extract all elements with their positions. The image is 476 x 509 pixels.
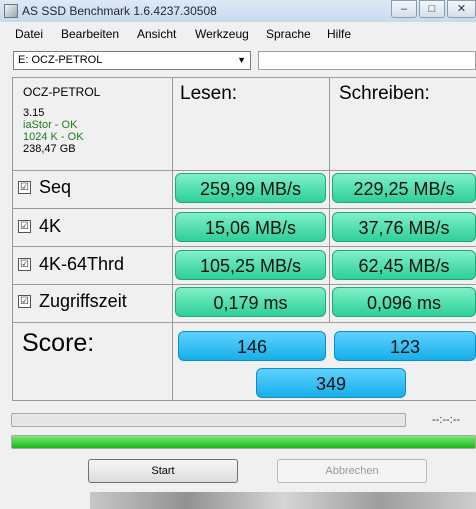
test-seq-label[interactable]: ☑ Seq	[18, 177, 71, 198]
elapsed-time: --:--:--	[432, 414, 461, 426]
drive-name: OCZ-PETROL	[23, 85, 101, 99]
menu-bearbeiten[interactable]: Bearbeiten	[61, 27, 119, 41]
window-title: AS SSD Benchmark 1.6.4237.30508	[22, 4, 217, 18]
drive-select-value: E: OCZ-PETROL	[18, 54, 103, 66]
drive-driver-status: iaStor - OK	[23, 119, 78, 131]
grid-col2	[329, 77, 330, 322]
cancel-button[interactable]: Abbrechen	[277, 459, 427, 483]
drive-info: OCZ-PETROL 3.15 iaStor - OK 1024 K - OK …	[23, 86, 100, 155]
write-column-header: Schreiben:	[339, 83, 430, 104]
checkbox-checked-icon[interactable]: ☑	[18, 220, 31, 233]
test-access-time-name: Zugriffszeit	[39, 291, 127, 311]
grid-row2	[12, 208, 476, 209]
app-icon	[4, 4, 18, 18]
title-bar: AS SSD Benchmark 1.6.4237.30508 – □ ✕	[0, 0, 476, 23]
menu-sprache[interactable]: Sprache	[266, 27, 311, 41]
4k-read-result: 15,06 MB/s	[175, 212, 326, 242]
drive-alignment-status: 1024 K - OK	[23, 131, 84, 143]
start-button[interactable]: Start	[88, 459, 238, 483]
grid-col1	[172, 77, 173, 400]
checkbox-checked-icon[interactable]: ☑	[18, 258, 31, 271]
close-button[interactable]: ✕	[447, 0, 476, 18]
4k64-read-result: 105,25 MB/s	[175, 250, 326, 280]
menu-werkzeug[interactable]: Werkzeug	[195, 27, 249, 41]
4k-write-result: 37,76 MB/s	[332, 212, 476, 242]
test-4k-label[interactable]: ☑ 4K	[18, 216, 61, 237]
test-4k-name: 4K	[39, 216, 62, 236]
score-read: 146	[178, 331, 326, 361]
test-access-time-label[interactable]: ☑ Zugriffszeit	[18, 291, 127, 312]
progress-bar-current	[11, 413, 406, 427]
menu-datei[interactable]: Datei	[15, 27, 43, 41]
grid-top	[12, 77, 476, 78]
test-4k64-name: 4K-64Thrd	[39, 254, 125, 274]
grid-bottom	[12, 400, 476, 401]
menu-bar: Datei Bearbeiten Ansicht Werkzeug Sprach…	[0, 22, 476, 44]
score-write: 123	[334, 331, 476, 361]
drive-firmware: 3.15	[23, 107, 45, 119]
access-time-read-result: 0,179 ms	[175, 287, 326, 317]
checkbox-checked-icon[interactable]: ☑	[18, 181, 31, 194]
drive-size: 238,47 GB	[23, 143, 76, 155]
read-column-header: Lesen:	[180, 83, 238, 104]
grid-left	[12, 77, 13, 400]
score-total: 349	[256, 368, 406, 398]
drive-select[interactable]: E: OCZ-PETROL ▼	[13, 51, 251, 70]
seq-write-result: 229,25 MB/s	[332, 173, 476, 203]
grid-row5	[12, 322, 476, 323]
progress-bar-total	[11, 435, 476, 449]
test-4k64-label[interactable]: ☑ 4K-64Thrd	[18, 254, 124, 275]
progress-bar-total-fill	[12, 436, 475, 448]
4k64-write-result: 62,45 MB/s	[332, 250, 476, 280]
drive-extra-field	[258, 51, 476, 70]
checkbox-checked-icon[interactable]: ☑	[18, 295, 31, 308]
grid-row4	[12, 284, 476, 285]
test-seq-name: Seq	[39, 177, 72, 197]
grid-row1	[12, 170, 476, 171]
menu-ansicht[interactable]: Ansicht	[137, 27, 176, 41]
maximize-button[interactable]: □	[419, 0, 445, 18]
minimize-button[interactable]: –	[391, 0, 417, 18]
seq-read-result: 259,99 MB/s	[175, 173, 326, 203]
menu-hilfe[interactable]: Hilfe	[327, 27, 351, 41]
score-label: Score:	[22, 329, 95, 357]
background-strip	[90, 492, 476, 509]
dropdown-arrow-icon[interactable]: ▼	[237, 55, 246, 65]
grid-row3	[12, 246, 476, 247]
access-time-write-result: 0,096 ms	[332, 287, 476, 317]
